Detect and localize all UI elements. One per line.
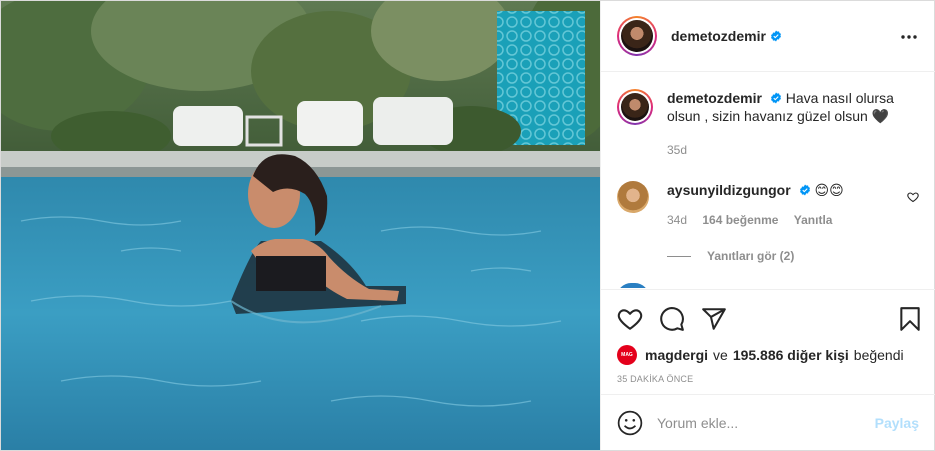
comment-item: aysunyildizgungor 😊😊 34d 164 beğenme Yan…: [617, 181, 919, 229]
heart-icon[interactable]: [617, 306, 643, 332]
caption-username[interactable]: demetozdemir: [667, 90, 762, 106]
liker-avatar[interactable]: MAG: [617, 345, 637, 365]
author-avatar[interactable]: [617, 16, 657, 56]
caption: demetozdemir Hava nasıl olursa olsun , s…: [617, 89, 907, 159]
share-icon[interactable]: [701, 306, 727, 332]
comment-age[interactable]: 34d: [667, 213, 687, 227]
post-timestamp[interactable]: 35 DAKİKA ÖNCE: [617, 374, 693, 384]
instagram-post: demetozdemir demetozdemir Hava nasıl olu…: [0, 0, 935, 451]
comment-username[interactable]: aysunyildizgungor: [667, 182, 791, 198]
post-header: demetozdemir: [601, 1, 935, 72]
likes-suffix: beğendi: [853, 347, 904, 363]
comments-list[interactable]: demetozdemir Hava nasıl olursa olsun , s…: [601, 73, 935, 288]
view-replies-label: Yanıtları gör (2): [707, 249, 795, 263]
more-options-icon[interactable]: [899, 27, 919, 47]
verified-badge-icon: [770, 30, 781, 42]
liker-username[interactable]: magdergi: [645, 347, 708, 363]
comment-avatar[interactable]: [617, 181, 649, 213]
comment-text: 😊😊: [814, 182, 844, 198]
likes-others-count[interactable]: 195.886 diğer kişi: [733, 347, 849, 363]
view-replies-button[interactable]: Yanıtları gör (2): [667, 249, 794, 263]
post-side-panel: demetozdemir demetozdemir Hava nasıl olu…: [600, 1, 935, 450]
emoji-icon[interactable]: [617, 410, 643, 436]
likes-connector: ve: [713, 347, 728, 363]
add-comment-bar: Paylaş: [601, 394, 935, 450]
pool-scene-image: [1, 1, 600, 450]
likes-summary: MAG magdergi ve 195.886 diğer kişi beğen…: [617, 345, 909, 365]
post-actions: MAG magdergi ve 195.886 diğer kişi beğen…: [601, 289, 935, 393]
post-photo[interactable]: [1, 1, 600, 450]
verified-badge-icon: [770, 92, 781, 104]
author-username[interactable]: demetozdemir: [671, 28, 766, 44]
replies-divider: [667, 255, 691, 257]
comment-icon[interactable]: [659, 306, 685, 332]
next-comment-avatar: [617, 283, 649, 288]
comment-body: aysunyildizgungor 😊😊 34d 164 beğenme Yan…: [667, 181, 844, 229]
post-comment-button[interactable]: Paylaş: [875, 415, 919, 431]
comment-likes[interactable]: 164 beğenme: [702, 213, 778, 227]
caption-age[interactable]: 35d: [667, 141, 907, 159]
verified-badge-icon: [799, 184, 810, 196]
caption-body: demetozdemir Hava nasıl olursa olsun , s…: [667, 89, 907, 159]
save-icon[interactable]: [897, 306, 923, 332]
caption-avatar[interactable]: [617, 89, 653, 125]
action-icon-row: [617, 306, 727, 332]
comment-meta: 34d 164 beğenme Yanıtla: [667, 211, 844, 229]
comment-input[interactable]: [657, 414, 875, 431]
reply-button[interactable]: Yanıtla: [794, 213, 833, 227]
comment-like-heart-icon[interactable]: [907, 191, 919, 203]
